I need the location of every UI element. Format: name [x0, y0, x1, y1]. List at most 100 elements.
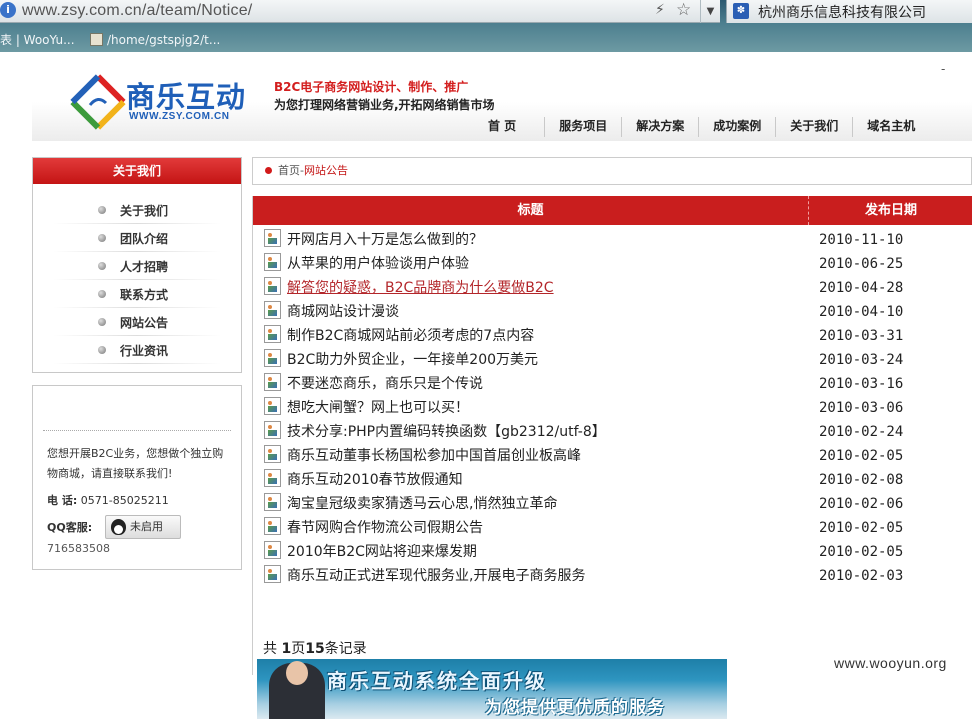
notice-title-link[interactable]: 商乐互动董事长杨国松参加中国首届创业板高峰 [287, 444, 581, 468]
search-engine-icon[interactable]: ✽ [733, 3, 749, 19]
breadcrumb-current[interactable]: 网站公告 [304, 164, 348, 177]
nav-services[interactable]: 服务项目 [544, 117, 621, 137]
notice-date: 2010-03-16 [819, 376, 904, 392]
bookmark-item[interactable]: /home/gstspjg2/t... [90, 30, 220, 52]
notice-title-link[interactable]: B2C助力外贸企业，一年接单200万美元 [287, 348, 538, 372]
broken-image-icon [264, 421, 281, 439]
nav-home[interactable]: 首 页 [472, 117, 544, 137]
nav-hosting[interactable]: 域名主机 [852, 117, 929, 137]
table-row: 制作B2C商城网站前必须考虑的7点内容 2010-03-31 [263, 324, 972, 348]
column-date-header: 发布日期 [864, 203, 917, 218]
nav-cases[interactable]: 成功案例 [698, 117, 775, 137]
notice-date: 2010-02-06 [819, 496, 904, 512]
sidebar-menu: 关于我们 关于我们 团队介绍 人才招聘 联系方式 网站公告 行业资讯 [32, 157, 242, 373]
contact-box: 您想开展B2C业务，您想做个独立购物商城，请直接联系我们! 电 话: 0571-… [32, 385, 242, 570]
banner-headline: 商乐互动系统全面升级 [327, 669, 547, 693]
pager-records: 15 [305, 641, 325, 657]
broken-image-icon [264, 373, 281, 391]
address-bar[interactable]: i www.zsy.com.cn/a/team/Notice/ ⚡ ☆ ▼ [0, 0, 720, 23]
notice-date: 2010-02-05 [819, 544, 904, 560]
broken-image-icon [264, 253, 281, 271]
breadcrumb-home[interactable]: 首页 [278, 164, 300, 177]
column-title-header: 标题 [253, 196, 809, 225]
address-url[interactable]: www.zsy.com.cn/a/team/Notice/ [22, 2, 252, 20]
sidebar-item-label: 团队介绍 [120, 231, 169, 246]
notice-title-link[interactable]: 2010年B2C网站将迎来爆发期 [287, 540, 477, 564]
businessman-image [269, 661, 325, 719]
notice-date: 2010-02-24 [819, 424, 904, 440]
sidebar-item-team[interactable]: 团队介绍 [53, 224, 221, 252]
table-row: 2010年B2C网站将迎来爆发期 2010-02-05 [263, 540, 972, 564]
search-engine-label: 杭州商乐信息科技有限公司 [758, 5, 926, 21]
pager-prefix: 共 [263, 641, 282, 657]
phone-label: 电 话: [47, 494, 78, 507]
notice-date: 2010-02-08 [819, 472, 904, 488]
sidebar-item-jobs[interactable]: 人才招聘 [53, 252, 221, 280]
notice-date: 2010-04-10 [819, 304, 904, 320]
notice-title-link[interactable]: 技术分享:PHP内置编码转换函数【gb2312/utf-8】 [287, 420, 606, 444]
nav-solutions[interactable]: 解决方案 [621, 117, 698, 137]
table-row: 商城网站设计漫谈 2010-04-10 [263, 300, 972, 324]
pager-mid: 页 [291, 641, 306, 657]
table-row: 商乐互动董事长杨国松参加中国首届创业板高峰 2010-02-05 [263, 444, 972, 468]
notice-title-link[interactable]: 开网店月入十万是怎么做到的？ [287, 228, 483, 252]
notice-title-link[interactable]: 制作B2C商城网站前必须考虑的7点内容 [287, 324, 534, 348]
notice-title-link[interactable]: 商城网站设计漫谈 [287, 300, 399, 324]
notice-date: 2010-02-05 [819, 448, 904, 464]
broken-image-icon [264, 349, 281, 367]
breadcrumb: 首页-网站公告 [252, 157, 972, 185]
notice-title-link[interactable]: 解答您的疑惑，B2C品牌商为什么要做B2C [287, 276, 554, 300]
corner-mark: - [941, 62, 946, 76]
table-row: 春节网购合作物流公司假期公告 2010-02-05 [263, 516, 972, 540]
sidebar-item-about[interactable]: 关于我们 [53, 196, 221, 224]
promo-banner[interactable]: 商乐互动系统全面升级 为您提供更优质的服务 [257, 659, 727, 719]
bullet-icon [98, 206, 106, 214]
table-row: 开网店月入十万是怎么做到的？ 2010-11-10 [263, 228, 972, 252]
broken-image-icon [264, 301, 281, 319]
qq-button-label: 未启用 [130, 520, 163, 533]
folder-icon [90, 33, 103, 46]
notice-title-link[interactable]: 想吃大闸蟹？网上也可以买！ [287, 396, 469, 420]
table-header: 标题 发布日期 [253, 196, 972, 225]
logo-text[interactable]: 商乐互动 [126, 74, 246, 116]
web-page: 商乐互动 WWW.ZSY.COM.CN B2C电子商务网站设计、制作、推广 为您… [0, 54, 972, 719]
sidebar-item-notice[interactable]: 网站公告 [53, 308, 221, 336]
bookmark-item[interactable]: 表 | WooYu... [0, 30, 75, 52]
nav-about[interactable]: 关于我们 [775, 117, 852, 137]
broken-image-icon [264, 397, 281, 415]
chevron-down-icon[interactable]: ▼ [700, 0, 720, 23]
notice-title-link[interactable]: 春节网购合作物流公司假期公告 [287, 516, 483, 540]
logo-domain[interactable]: WWW.ZSY.COM.CN [129, 111, 230, 122]
bookmark-star-icon[interactable]: ☆ [676, 0, 691, 20]
notice-title-link[interactable]: 商乐互动正式进军现代服务业,开展电子商务服务 [287, 564, 585, 588]
qq-chat-button[interactable]: 未启用 [105, 515, 181, 539]
divider [43, 430, 231, 431]
notice-title-link[interactable]: 商乐互动2010春节放假通知 [287, 468, 463, 492]
notice-date: 2010-03-31 [819, 328, 904, 344]
broken-image-icon [264, 469, 281, 487]
sidebar-item-label: 人才招聘 [120, 259, 169, 274]
broken-image-icon [264, 517, 281, 535]
notice-title-link[interactable]: 淘宝皇冠级卖家猜透马云心思,悄然独立革命 [287, 492, 557, 516]
table-row: B2C助力外贸企业，一年接单200万美元 2010-03-24 [263, 348, 972, 372]
bullet-icon [98, 290, 106, 298]
notice-date: 2010-04-28 [819, 280, 904, 296]
logo-icon[interactable] [70, 74, 126, 130]
notice-title-link[interactable]: 不要迷恋商乐，商乐只是个传说 [287, 372, 483, 396]
sidebar-item-label: 关于我们 [120, 203, 169, 218]
contact-phone: 电 话: 0571-85025211 [47, 492, 169, 508]
main-nav: 首 页 服务项目 解决方案 成功案例 关于我们 域名主机 [472, 117, 929, 137]
sidebar-item-contact[interactable]: 联系方式 [53, 280, 221, 308]
bullet-icon [98, 318, 106, 326]
notice-panel: 标题 发布日期 开网店月入十万是怎么做到的？ 2010-11-10 从苹果的用户体… [252, 196, 972, 719]
info-icon[interactable]: i [0, 2, 16, 18]
search-box[interactable]: ✽ 杭州商乐信息科技有限公司 [726, 0, 972, 23]
lightning-icon[interactable]: ⚡ [655, 2, 665, 18]
sidebar-item-news[interactable]: 行业资讯 [53, 336, 221, 364]
bookmark-label: 表 | WooYu... [0, 33, 75, 47]
table-row: 解答您的疑惑，B2C品牌商为什么要做B2C 2010-04-28 [263, 276, 972, 300]
site-header: 商乐互动 WWW.ZSY.COM.CN B2C电子商务网站设计、制作、推广 为您… [32, 54, 972, 141]
notice-date: 2010-03-24 [819, 352, 904, 368]
notice-date: 2010-06-25 [819, 256, 904, 272]
notice-title-link[interactable]: 从苹果的用户体验谈用户体验 [287, 252, 469, 276]
